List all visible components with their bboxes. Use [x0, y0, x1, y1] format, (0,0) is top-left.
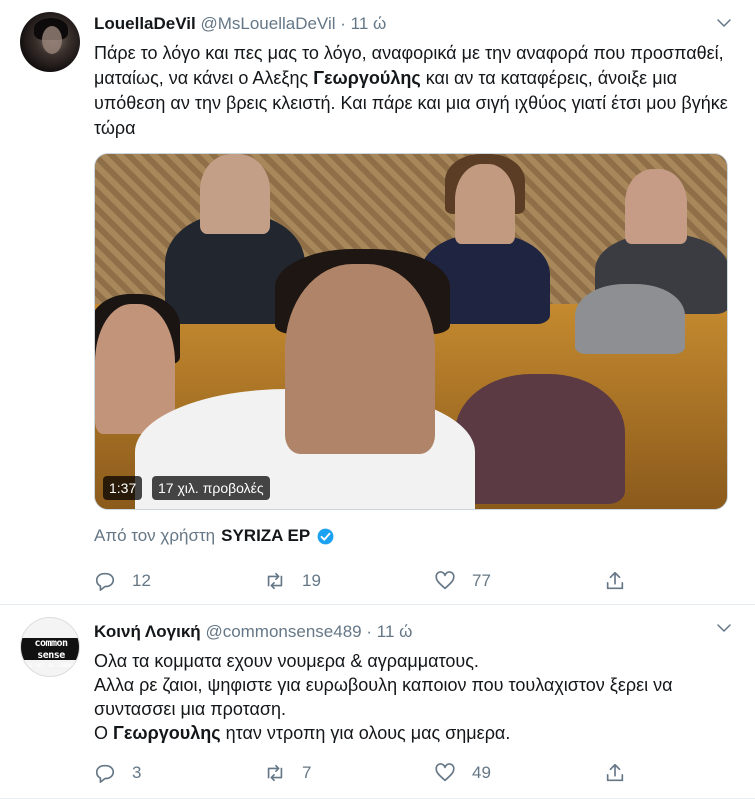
like-button[interactable]: 77 — [434, 570, 604, 592]
tweet[interactable]: common sense is not so common Κοινή Λογι… — [0, 605, 755, 799]
reply-icon — [95, 572, 115, 591]
share-button[interactable] — [604, 762, 642, 784]
video-attribution: Από τον χρήστη SYRIZA EP — [94, 525, 739, 547]
display-name[interactable]: Κοινή Λογική — [94, 622, 201, 641]
like-button[interactable]: 49 — [434, 762, 604, 784]
user-handle[interactable]: @commonsense489 — [205, 622, 361, 641]
retweet-count: 19 — [302, 571, 321, 590]
timestamp[interactable]: 11 ώ — [351, 14, 387, 33]
share-button[interactable] — [604, 570, 642, 592]
chevron-down-icon[interactable] — [715, 619, 733, 637]
video-views: 17 χιλ. προβολές — [152, 476, 270, 500]
tweet-text: Πάρε το λόγο και πες μας το λόγο, αναφορ… — [94, 41, 739, 141]
retweet-icon — [267, 764, 283, 782]
verified-icon — [317, 528, 334, 544]
share-icon — [606, 763, 624, 782]
reply-count: 3 — [132, 763, 142, 782]
avatar-logo-subtext: is not so common — [26, 662, 76, 669]
video-player[interactable]: 1:37 17 χιλ. προβολές — [94, 153, 728, 510]
tweet-actions: 3 7 49 — [94, 761, 739, 785]
like-icon — [435, 763, 455, 782]
separator-dot: · — [340, 14, 346, 33]
avatar[interactable] — [20, 12, 80, 72]
like-icon — [435, 571, 455, 590]
attribution-label: Από τον χρήστη — [94, 526, 216, 545]
like-count: 49 — [472, 763, 491, 782]
reply-button[interactable]: 3 — [94, 762, 264, 784]
separator-dot: · — [366, 622, 373, 641]
attribution-account[interactable]: SYRIZA EP — [221, 525, 310, 547]
retweet-button[interactable]: 7 — [264, 762, 434, 784]
video-duration: 1:37 — [103, 476, 143, 500]
retweet-count: 7 — [302, 763, 312, 782]
share-icon — [606, 571, 624, 590]
reply-icon — [95, 764, 115, 783]
timestamp[interactable]: 11 ώ — [377, 622, 413, 641]
reply-button[interactable]: 12 — [94, 570, 264, 592]
tweet-actions: 12 19 77 — [94, 569, 739, 593]
tweet-text-line: Ολα τα κομματα εχουν νουμερα & αγραμματο… — [94, 651, 479, 671]
retweet-icon — [267, 572, 283, 590]
retweet-button[interactable]: 19 — [264, 570, 434, 592]
tweet-text: Ολα τα κομματα εχουν νουμερα & αγραμματο… — [94, 649, 739, 745]
tweet[interactable]: LouellaDeVil @MsLouellaDeVil · 11 ώ Πάρε… — [0, 0, 755, 605]
tweet-text-highlight: Γεωργουλης — [113, 723, 221, 743]
tweet-header: LouellaDeVil @MsLouellaDeVil · 11 ώ — [94, 12, 739, 36]
user-handle[interactable]: @MsLouellaDeVil — [200, 14, 335, 33]
chevron-down-icon[interactable] — [715, 14, 733, 32]
like-count: 77 — [472, 571, 491, 590]
reply-count: 12 — [132, 571, 151, 590]
tweet-text-line: Αλλα ρε ζαιοι, ψηφιστε για ευρωβουλη καπ… — [94, 675, 673, 719]
tweet-header: Κοινή Λογική @commonsense489 · 11 ώ — [94, 620, 739, 644]
display-name[interactable]: LouellaDeVil — [94, 14, 196, 33]
tweet-text-highlight: Γεωργούλης — [313, 68, 421, 88]
avatar-logo-text: common sense — [34, 638, 68, 661]
tweet-text-line: Ο Γεωργουλης ηταν ντροπη για ολους μας σ… — [94, 723, 511, 743]
avatar[interactable]: common sense is not so common — [20, 617, 80, 677]
